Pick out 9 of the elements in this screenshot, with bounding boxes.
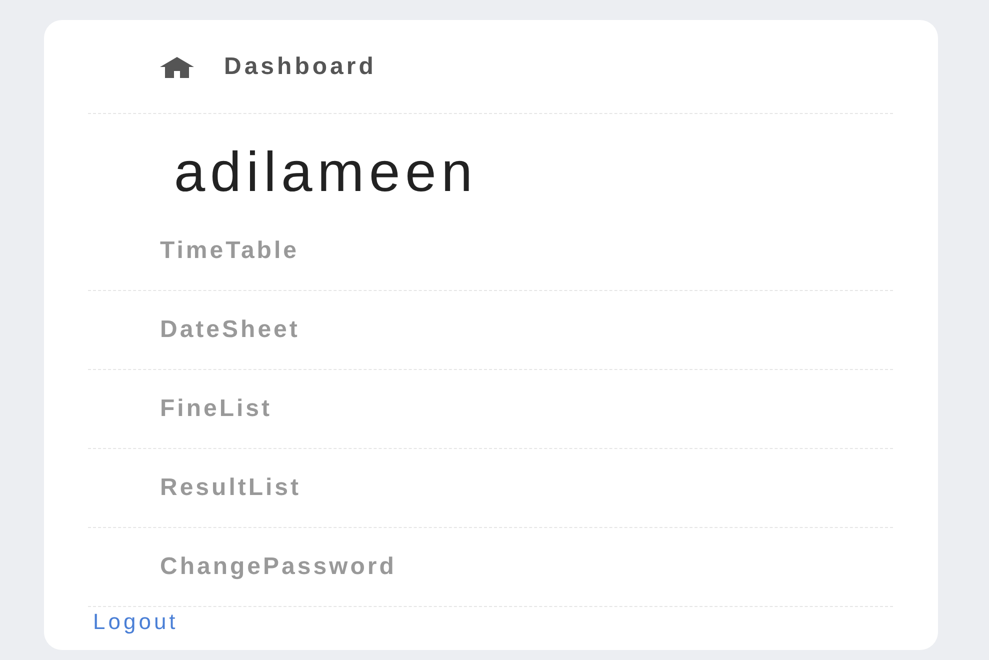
menu-link[interactable]: TimeTable	[160, 237, 299, 265]
menu-link[interactable]: DateSheet	[160, 316, 300, 344]
dashboard-link[interactable]: Dashboard	[160, 52, 376, 80]
home-icon	[160, 56, 194, 78]
username-heading: adilameen	[173, 139, 478, 205]
menu-link[interactable]: ResultList	[160, 474, 302, 502]
menu-link[interactable]: ChangePassword	[160, 553, 396, 581]
logout-link[interactable]: Logout	[93, 609, 178, 634]
menu-link[interactable]: FineList	[160, 395, 272, 423]
